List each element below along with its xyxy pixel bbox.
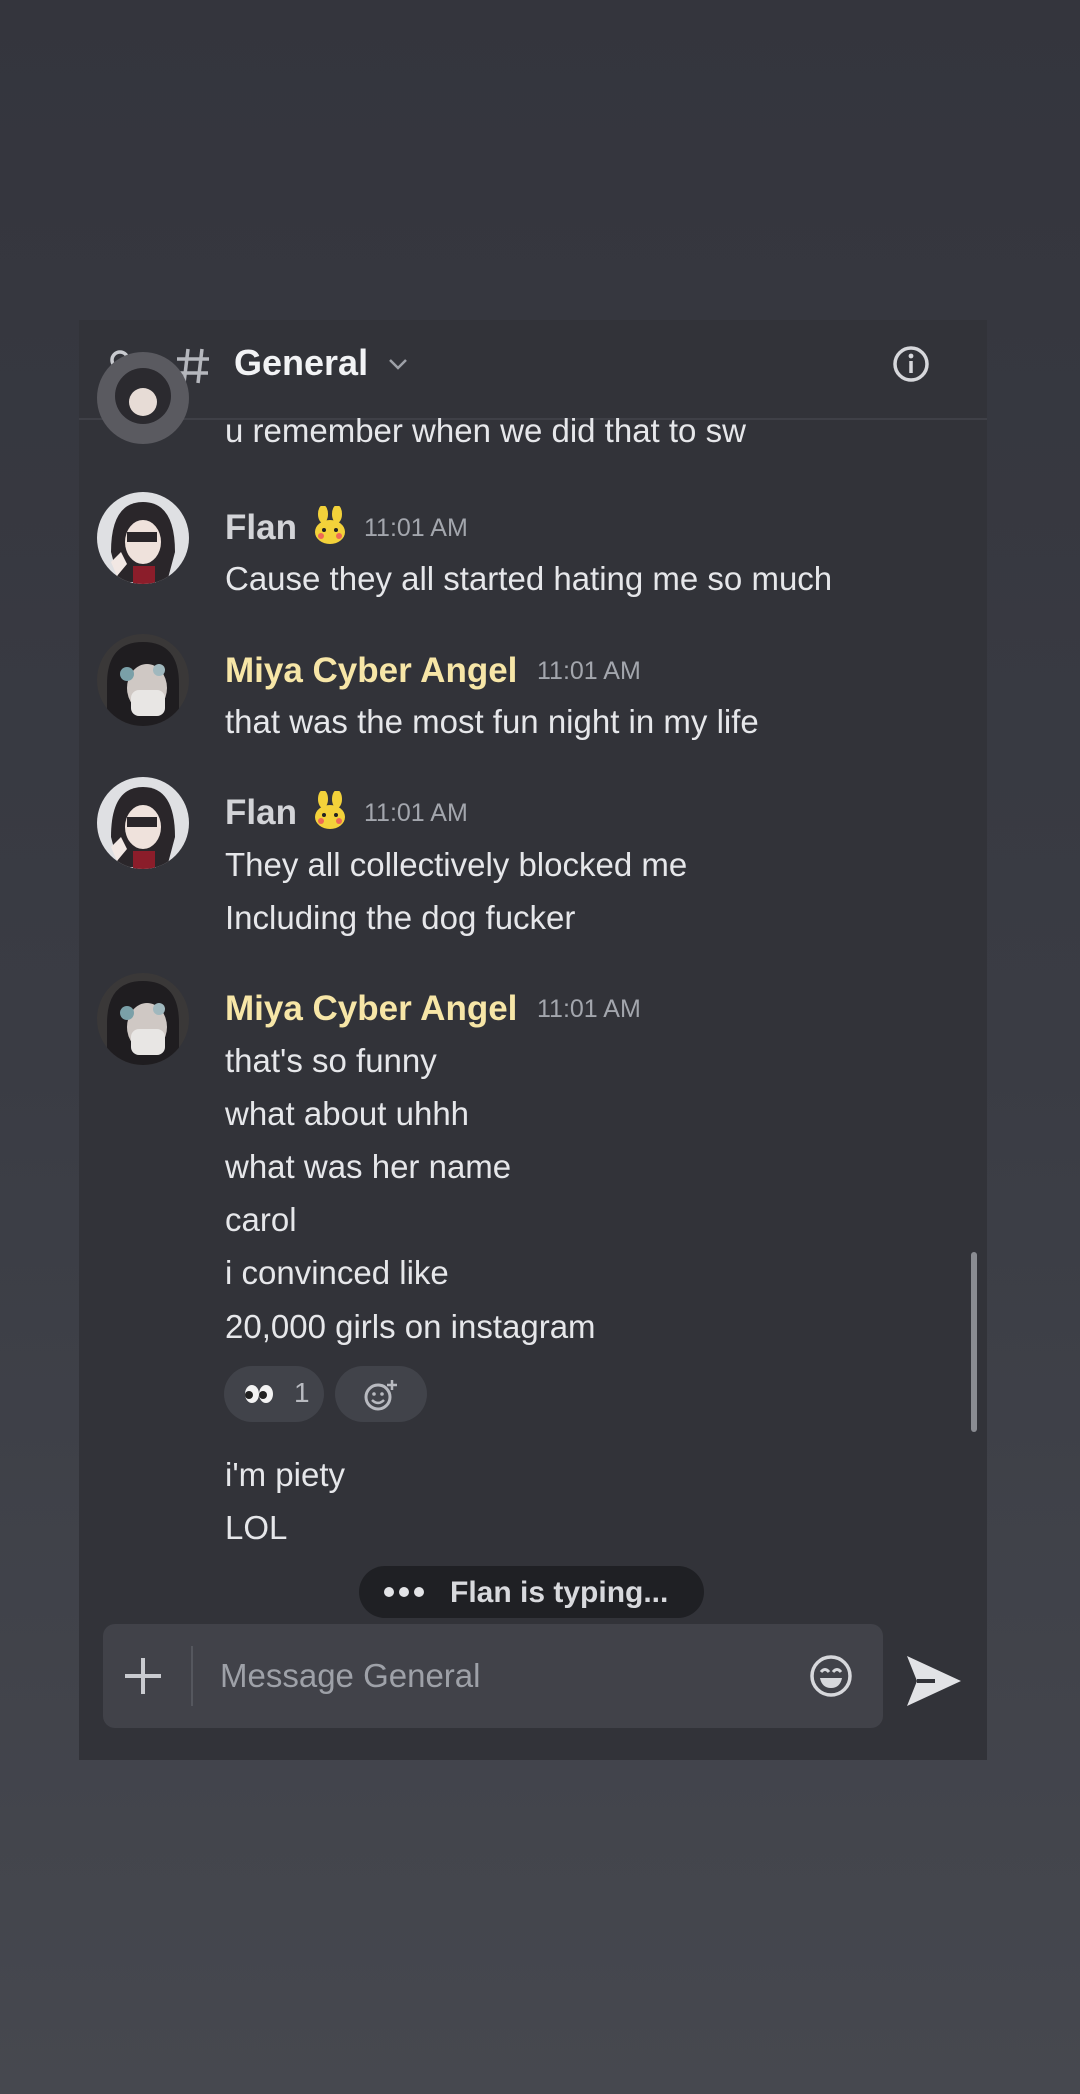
page-title[interactable]: General [234, 342, 368, 384]
avatar[interactable] [97, 634, 189, 726]
add-reaction-button[interactable] [335, 1366, 427, 1422]
message-input[interactable]: Message General [103, 1624, 883, 1728]
avatar[interactable] [97, 352, 189, 444]
message-list[interactable]: u remember when we did that to sw Flan 1… [79, 352, 987, 1760]
typing-text: Flan is typing... [450, 1576, 669, 1609]
message-text: what was her name [225, 1148, 512, 1185]
message-text: u remember when we did that to sw [225, 412, 746, 449]
chat-panel: General u remember when we did that to s… [79, 320, 987, 1760]
message-text: what about uhhh [225, 1095, 470, 1132]
emoji-icon[interactable] [809, 1654, 853, 1698]
bunny-emoji-icon [311, 790, 349, 831]
message-text: Including the dog fucker [225, 899, 576, 936]
author-name[interactable]: Miya Cyber Angel [225, 651, 517, 691]
author-name[interactable]: Flan [225, 508, 297, 548]
chevron-down-icon[interactable] [387, 356, 409, 372]
timestamp: 11:01 AM [364, 799, 468, 827]
bunny-emoji-icon [311, 505, 349, 546]
reaction-count: 1 [294, 1377, 310, 1408]
message-text: Cause they all started hating me so much [225, 560, 833, 597]
typing-dots-icon [383, 1585, 427, 1599]
message-text: that was the most fun night in my life [225, 703, 759, 740]
info-icon[interactable] [891, 344, 931, 384]
author-name[interactable]: Miya Cyber Angel [225, 989, 517, 1029]
add-reaction-icon [363, 1378, 399, 1412]
message-text: 20,000 girls on instagram [225, 1308, 596, 1345]
send-icon[interactable] [905, 1654, 963, 1708]
message-text: i'm piety [225, 1456, 345, 1493]
channel-header: General [79, 320, 987, 420]
avatar[interactable] [97, 777, 189, 869]
avatar[interactable] [97, 973, 189, 1065]
avatar[interactable] [97, 492, 189, 584]
reaction-eyes[interactable]: 1 [224, 1366, 324, 1422]
scrollbar[interactable] [971, 1252, 977, 1432]
plus-icon[interactable] [123, 1656, 163, 1696]
timestamp: 11:01 AM [364, 514, 468, 542]
message-text: i convinced like [225, 1254, 449, 1291]
author-name[interactable]: Flan [225, 793, 297, 833]
composer: Message General [79, 1598, 987, 1760]
eyes-emoji-icon [242, 1382, 276, 1406]
message-text: LOL [225, 1509, 288, 1546]
timestamp: 11:01 AM [537, 995, 641, 1023]
message-text: that's so funny [225, 1042, 437, 1079]
divider [191, 1646, 193, 1706]
typing-indicator: Flan is typing... [359, 1566, 704, 1618]
message-placeholder: Message General [220, 1657, 481, 1694]
message-text: They all collectively blocked me [225, 846, 688, 883]
timestamp: 11:01 AM [537, 657, 641, 685]
message-text: carol [225, 1201, 297, 1238]
